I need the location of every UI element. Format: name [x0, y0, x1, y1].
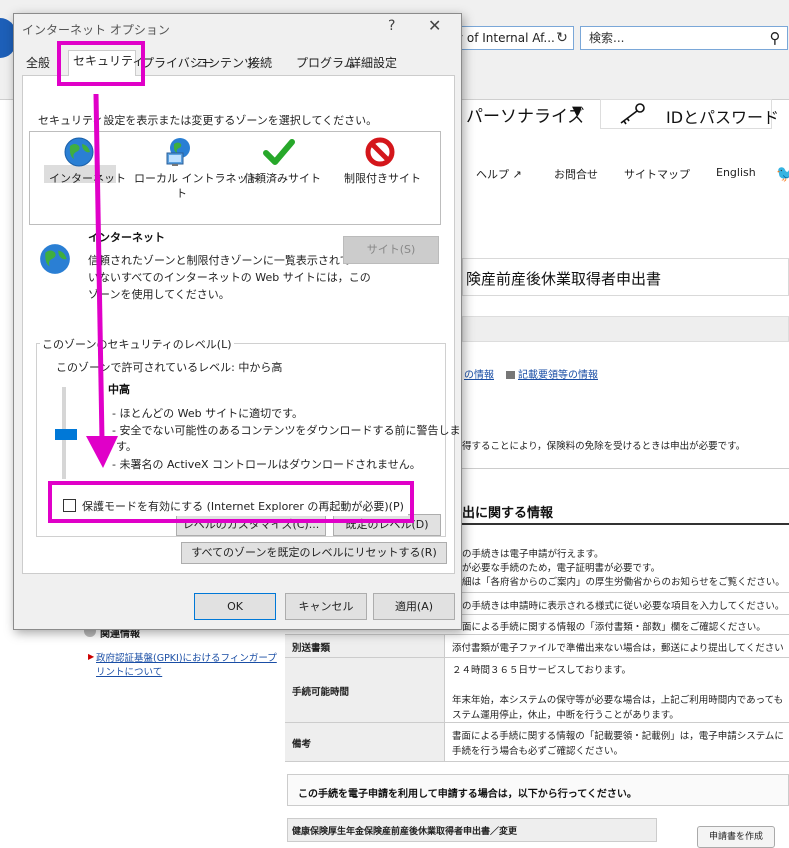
table-label: 備考 [292, 739, 312, 750]
key-icon [620, 103, 645, 125]
prohibited-icon[interactable] [364, 136, 396, 168]
level-description: - ほとんどの Web サイトに適切です。 [112, 407, 304, 420]
info-line: の手続きは申請時に表示される様式に従い必要な項目を入力してください。 [462, 601, 785, 612]
dialog-title: インターネット オプション [22, 23, 170, 37]
section-title: 出に関する情報 [462, 506, 554, 521]
info-line: の手続きは電子申請が行えます。 [462, 549, 604, 560]
cancel-button[interactable]: キャンセル [285, 593, 367, 620]
table-value: 添付書類が電子ファイルで準備出来ない場合は，郵送により提出してください [452, 643, 784, 654]
document-icon [506, 371, 515, 379]
tab-general[interactable]: 全般 [22, 53, 54, 75]
info-line: 細は「各府省からのご案内」の厚生労働省からのお知らせをご覧ください。 [462, 577, 785, 588]
level-description: - 安全でない可能性のあるコンテンツをダウンロードする前に警告しま [112, 424, 461, 437]
nav-help[interactable]: ヘルプ ↗ [476, 166, 522, 182]
zone-label[interactable]: インターネット [49, 170, 126, 186]
search-icon[interactable]: ⚲ [765, 27, 785, 49]
globe-icon[interactable] [63, 136, 95, 168]
divider [462, 468, 789, 469]
related-link[interactable]: リントについて [96, 664, 162, 678]
annotation-highlight-checkbox [48, 481, 414, 523]
search-input[interactable]: 検索... [580, 26, 788, 50]
level-description: す。 [116, 440, 137, 453]
tab-connections[interactable]: 接続 [244, 53, 276, 75]
create-application-button[interactable]: 申請書を作成 [697, 826, 775, 848]
twitter-icon[interactable]: 🐦 [776, 164, 789, 183]
intranet-icon[interactable] [163, 136, 195, 168]
table-value: 年末年始，本システムの保守等が必要な場合は，上記ご利用時間内であっても [452, 695, 784, 706]
tab-advanced[interactable]: 詳細設定 [345, 53, 401, 75]
info-line: が必要な手続のため，電子証明書が必要です。 [462, 563, 661, 574]
id-password-label: IDとパスワード [666, 108, 780, 127]
allowed-levels-text: このゾーンで許可されているレベル: 中から高 [56, 361, 283, 374]
table-value: 手続を行う場合も必ずご確認ください。 [452, 746, 624, 757]
info-line: 面による手続に関する情報の「添付書類・部数」欄をご確認ください。 [462, 622, 766, 633]
related-link[interactable]: 政府認証基盤(GPKI)におけるフィンガープ [96, 650, 277, 664]
zone-label[interactable]: 信頼済みサイト [244, 170, 321, 186]
security-level-label: このゾーンのセキュリティのレベル(L) [40, 336, 234, 352]
divider [462, 614, 789, 615]
link-guidelines[interactable]: 記載要領等の情報 [518, 370, 598, 381]
external-link-icon: ↗ [512, 168, 522, 181]
zone-label[interactable]: 制限付きサイト [344, 170, 421, 186]
gray-bar [462, 316, 789, 342]
zone-description: いないすべてのインターネットの Web サイトには，この [88, 271, 371, 284]
link-info[interactable]: の情報 [464, 370, 494, 381]
note-text: 得することにより，保険料の免除を受けるときは申出が必要です。 [462, 441, 746, 452]
divider [462, 592, 789, 593]
sites-button[interactable]: サイト(S) [343, 236, 439, 264]
apply-button[interactable]: 適用(A) [373, 593, 455, 620]
chevron-down-icon[interactable]: ▼ [572, 104, 582, 119]
security-level-name: 中高 [108, 383, 130, 396]
table-label: 手続可能時間 [292, 687, 350, 698]
globe-icon [40, 244, 70, 274]
zone-description: 信頼されたゾーンと制限付きゾーンに一覧表示されて [88, 254, 351, 267]
close-button[interactable]: ✕ [428, 16, 441, 35]
nav-sitemap[interactable]: サイトマップ [624, 166, 690, 182]
info-links: の情報 記載要領等の情報 [464, 366, 598, 381]
table-value: ２４時間３６５日サービスしております。 [452, 665, 631, 676]
personalize-menu[interactable]: パーソナライズ [466, 102, 585, 127]
zone-instruction: セキュリティ設定を表示または変更するゾーンを選択してください。 [38, 114, 378, 127]
table-value: 書面による手続に関する情報の「記載要領・記載例」は，電子申請システムに [452, 731, 784, 742]
page-title: 険産前産後休業取得者申出書 [466, 270, 662, 288]
checkmark-icon[interactable] [263, 136, 295, 168]
table-label: 別送書類 [292, 643, 331, 654]
nav-contact[interactable]: お問合せ [554, 166, 598, 182]
help-button[interactable]: ? [388, 18, 395, 34]
ok-button[interactable]: OK [194, 593, 276, 620]
table-value: ステム運用停止，休止，中断を行うことがあります。 [452, 710, 679, 721]
zone-label-wrap: ト [176, 187, 187, 200]
zone-description: ゾーンを使用してください。 [88, 288, 230, 301]
table-border [285, 761, 789, 762]
apply-notice-text: この手続を電子申請を利用して申請する場合は，以下から行ってください。 [298, 789, 637, 800]
refresh-icon[interactable]: ↻ [552, 27, 572, 49]
zone-label[interactable]: ローカル イントラネット [134, 170, 259, 186]
annotation-highlight-tab [57, 41, 145, 86]
security-slider-thumb[interactable] [55, 429, 77, 440]
reset-all-zones-button[interactable]: すべてのゾーンを既定のレベルにリセットする(R) [181, 542, 447, 564]
nav-english[interactable]: English [716, 166, 756, 179]
form-row-label: 健康保険厚生年金保険産前産後休業取得者申出書／変更 [292, 827, 518, 837]
bullet-icon: ▶ [88, 652, 95, 661]
level-description: - 未署名の ActiveX コントロールはダウンロードされません。 [112, 458, 421, 471]
selected-zone-name: インターネット [88, 231, 165, 244]
